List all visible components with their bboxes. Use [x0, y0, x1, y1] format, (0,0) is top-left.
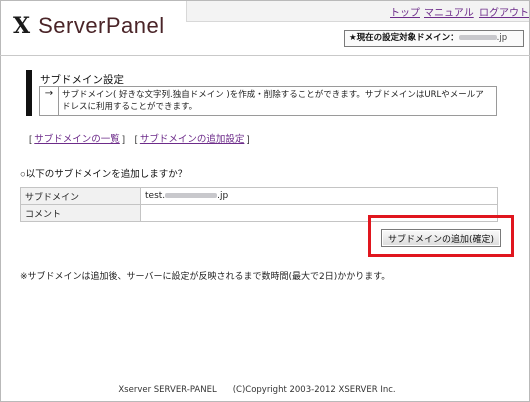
- comment-label: コメント: [20, 204, 141, 222]
- top-nav: トップ マニュアル ログアウト: [186, 1, 529, 22]
- header-divider: [0, 55, 530, 56]
- page-title: サブドメイン設定: [40, 74, 124, 86]
- propagation-note: ※サブドメインは追加後、サーバーに設定が反映されるまで数時間(最大で2日)かかり…: [20, 272, 391, 282]
- arrow-icon: →: [40, 87, 59, 115]
- subdomain-value: test. .jp: [140, 187, 498, 205]
- nav-logout-link[interactable]: ログアウト: [479, 4, 529, 19]
- current-target-domain: ★現在の設定対象ドメイン： .jp: [344, 30, 524, 47]
- subdomain-suffix: .jp: [217, 191, 229, 201]
- subdomain-list-link[interactable]: サブドメインの一覧: [34, 134, 120, 145]
- nav-manual-link[interactable]: マニュアル: [424, 4, 474, 19]
- footer: Xserver SERVER-PANEL (C)Copyright 2003-20…: [0, 385, 530, 395]
- footer-copyright: (C)Copyright 2003-2012 XSERVER Inc.: [232, 385, 396, 395]
- description-box: → サブドメイン( 好きな文字列.独自ドメイン )を作成・削除することができます…: [39, 86, 497, 116]
- subdomain-label: サブドメイン: [20, 187, 141, 205]
- logo-mark: X: [13, 13, 31, 39]
- subnav-links: [ サブドメインの一覧 ] [ サブドメインの追加設定 ]: [29, 134, 250, 145]
- table-row: サブドメイン test. .jp: [20, 187, 498, 205]
- subdomain-add-link[interactable]: サブドメインの追加設定: [140, 134, 245, 145]
- section-accent-bar: [26, 70, 32, 116]
- confirm-question: ○以下のサブドメインを追加しますか？: [20, 169, 188, 180]
- target-domain-label: ★現在の設定対象ドメイン：: [349, 33, 459, 43]
- logo-text: ServerPanel: [38, 13, 165, 38]
- target-domain-suffix: .jp: [496, 33, 508, 43]
- redacted-domain: [458, 35, 497, 40]
- footer-product: Xserver SERVER-PANEL: [118, 385, 217, 395]
- nav-top-link[interactable]: トップ: [390, 4, 420, 19]
- subdomain-prefix: test.: [145, 191, 166, 201]
- redacted-domain: [165, 193, 218, 198]
- logo[interactable]: X ServerPanel: [13, 14, 165, 38]
- add-subdomain-confirm-button[interactable]: サブドメインの追加(確定): [381, 229, 501, 247]
- section-description: サブドメイン( 好きな文字列.独自ドメイン )を作成・削除することができます。サ…: [62, 90, 484, 112]
